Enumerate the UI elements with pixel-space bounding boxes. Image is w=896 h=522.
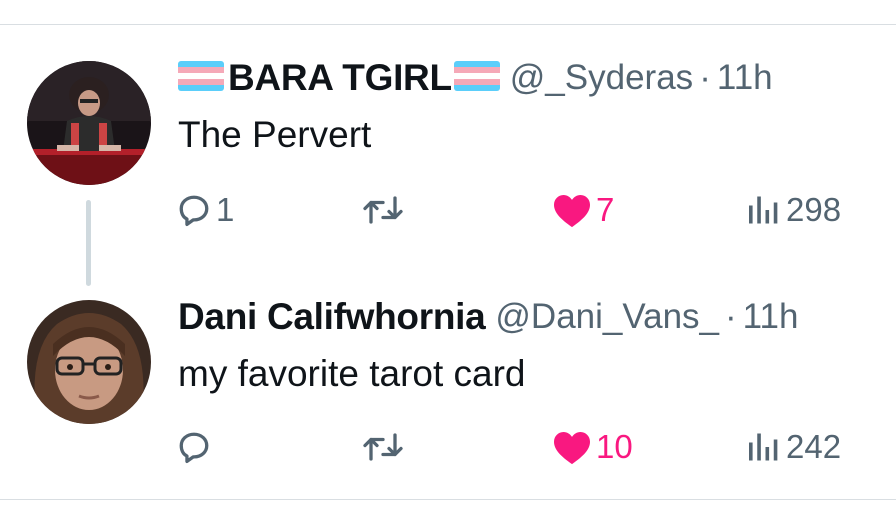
timestamp[interactable]: 11h [717, 58, 773, 98]
user-handle[interactable]: @_Syderas [510, 58, 693, 98]
retweet-button[interactable] [362, 427, 408, 467]
views-icon [749, 196, 778, 224]
bottom-divider [0, 499, 896, 500]
retweet-button[interactable] [362, 190, 408, 230]
view-count: 242 [786, 428, 842, 465]
reply-button[interactable] [176, 427, 216, 467]
top-divider [0, 24, 896, 25]
views-button[interactable]: 298 [746, 190, 841, 230]
tweet-text: my favorite tarot card [178, 353, 526, 394]
like-button[interactable]: 10 [552, 427, 633, 467]
like-count: 7 [596, 191, 615, 228]
thread-connector [86, 200, 91, 286]
views-icon [749, 433, 778, 461]
display-name[interactable]: BARA TGIRL [228, 57, 452, 99]
views-button[interactable]: 242 [746, 427, 841, 467]
like-count: 10 [596, 428, 633, 465]
transgender-flag-emoji [453, 60, 500, 96]
like-heart-icon [554, 194, 590, 228]
reply-icon [179, 195, 209, 227]
reply-icon [179, 432, 209, 464]
reply-button[interactable]: 1 [176, 190, 234, 230]
timestamp[interactable]: 11h [743, 297, 799, 337]
retweet-icon [363, 196, 403, 224]
transgender-flag-emoji [178, 60, 224, 96]
like-heart-icon [554, 431, 590, 465]
like-button[interactable]: 7 [552, 190, 614, 230]
avatar[interactable] [27, 61, 151, 185]
reply-count: 1 [216, 191, 235, 228]
separator-dot: · [699, 58, 711, 97]
view-count: 298 [786, 191, 842, 228]
retweet-icon [363, 433, 403, 461]
tweet-header: BARA TGIRL @_Syderas · 11h [178, 56, 773, 100]
avatar[interactable] [27, 300, 151, 424]
tweet-header: Dani Califwhornia @Dani_Vans_ · 11h [178, 295, 798, 339]
tweet-text: The Pervert [178, 114, 372, 155]
display-name[interactable]: Dani Califwhornia [178, 296, 486, 338]
separator-dot: · [725, 297, 737, 336]
user-handle[interactable]: @Dani_Vans_ [495, 297, 719, 337]
